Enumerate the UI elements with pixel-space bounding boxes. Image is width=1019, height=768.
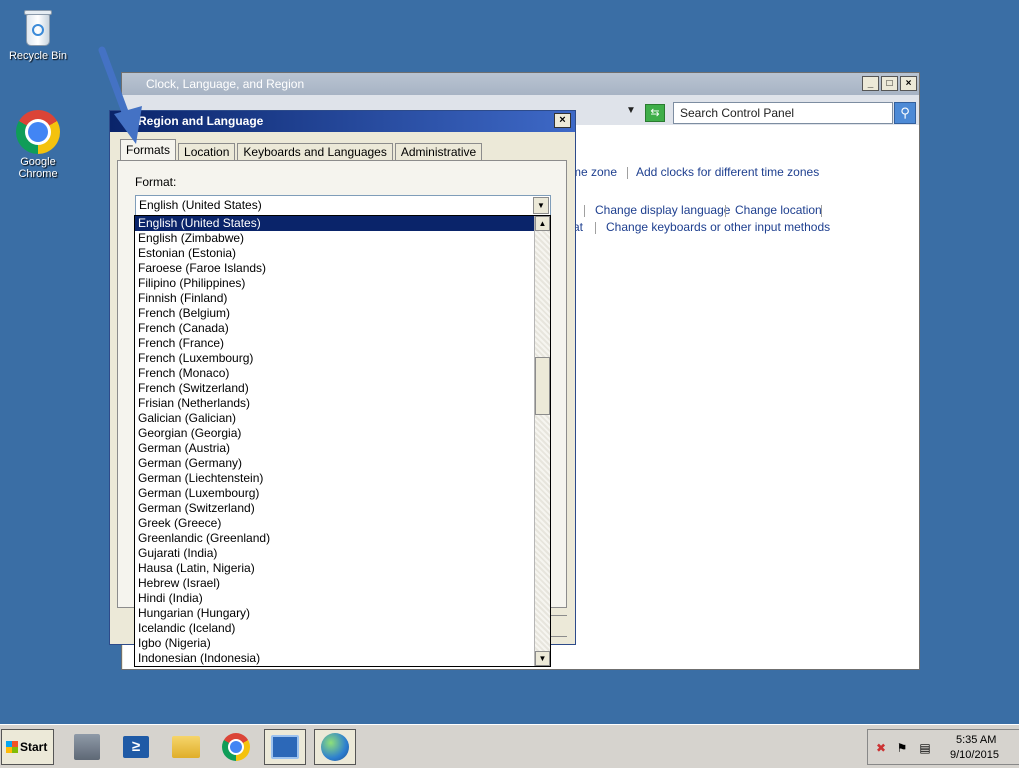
dialog-button-edge[interactable] <box>549 615 567 637</box>
clock-date[interactable]: 9/10/2015 <box>950 749 999 761</box>
dialog-title: Region and Language <box>138 114 264 128</box>
address-dropdown-arrow-icon[interactable]: ▼ <box>626 105 636 116</box>
format-option[interactable]: French (Luxembourg) <box>135 351 534 366</box>
control-panel-title: Clock, Language, and Region <box>146 77 305 91</box>
taskbar: Start ≥ ✖ ⚑ ▤ 5:35 AM 9/10/2015 <box>0 724 1019 768</box>
dialog-close-button[interactable]: × <box>554 113 571 128</box>
link-separator <box>584 205 585 217</box>
format-option[interactable]: French (Canada) <box>135 321 534 336</box>
scroll-down-icon[interactable]: ▼ <box>535 651 550 666</box>
format-option[interactable]: English (Zimbabwe) <box>135 231 534 246</box>
format-option[interactable]: French (Switzerland) <box>135 381 534 396</box>
taskbar-control-panel[interactable] <box>264 729 306 765</box>
recycle-bin-icon <box>22 6 54 48</box>
format-label: Format: <box>135 175 177 189</box>
format-option[interactable]: German (Luxembourg) <box>135 486 534 501</box>
start-button[interactable]: Start <box>1 729 54 765</box>
dialog-titlebar[interactable]: Region and Language × <box>110 111 575 132</box>
format-option[interactable]: Greenlandic (Greenland) <box>135 531 534 546</box>
time-zone-link[interactable]: me zone <box>571 165 617 179</box>
format-option[interactable]: Indonesian (Indonesia) <box>135 651 534 666</box>
change-keyboards-link[interactable]: Change keyboards or other input methods <box>606 220 830 234</box>
refresh-button[interactable]: ⇆ <box>645 104 665 122</box>
format-option[interactable]: Georgian (Georgia) <box>135 426 534 441</box>
clock-time[interactable]: 5:35 AM <box>956 734 996 746</box>
format-option[interactable]: French (France) <box>135 336 534 351</box>
windows-flag-icon <box>6 741 18 753</box>
close-button[interactable]: × <box>900 76 917 91</box>
format-option[interactable]: Hausa (Latin, Nigeria) <box>135 561 534 576</box>
system-tray: ✖ ⚑ ▤ 5:35 AM 9/10/2015 <box>867 729 1019 765</box>
format-option[interactable]: Igbo (Nigeria) <box>135 636 534 651</box>
pointer-arrow-icon <box>98 46 142 144</box>
format-option[interactable]: Galician (Galician) <box>135 411 534 426</box>
powershell-icon: ≥ <box>123 736 149 758</box>
flag-icon[interactable]: ⚑ <box>895 741 909 755</box>
link-separator <box>821 205 822 217</box>
format-option[interactable]: French (Belgium) <box>135 306 534 321</box>
format-option[interactable]: Gujarati (India) <box>135 546 534 561</box>
format-option[interactable]: Finnish (Finland) <box>135 291 534 306</box>
format-option[interactable]: Hungarian (Hungary) <box>135 606 534 621</box>
format-option[interactable]: Estonian (Estonia) <box>135 246 534 261</box>
format-option[interactable]: German (Austria) <box>135 441 534 456</box>
network-warning-icon[interactable]: ✖ <box>874 741 888 755</box>
tab-location[interactable]: Location <box>178 143 236 161</box>
format-option[interactable]: German (Liechtenstein) <box>135 471 534 486</box>
taskbar-server-manager[interactable] <box>66 729 108 765</box>
format-option[interactable]: French (Monaco) <box>135 366 534 381</box>
start-label: Start <box>20 740 48 754</box>
recycle-bin-shortcut[interactable]: Recycle Bin <box>0 6 76 62</box>
chrome-icon <box>16 110 60 154</box>
format-option[interactable]: Frisian (Netherlands) <box>135 396 534 411</box>
format-combobox[interactable]: English (United States) ▼ <box>135 195 551 216</box>
globe-icon <box>321 733 349 761</box>
chevron-down-icon[interactable]: ▼ <box>533 197 549 214</box>
search-input[interactable]: Search Control Panel <box>673 102 893 124</box>
tab-administrative[interactable]: Administrative <box>394 143 483 161</box>
scroll-up-icon[interactable]: ▲ <box>535 216 550 231</box>
change-display-language-link[interactable]: Change display language <box>595 203 730 217</box>
volume-icon[interactable]: ▤ <box>918 741 932 755</box>
format-option[interactable]: German (Switzerland) <box>135 501 534 516</box>
format-option[interactable]: Greek (Greece) <box>135 516 534 531</box>
dropdown-scrollbar[interactable]: ▲ ▼ <box>534 216 550 666</box>
format-option[interactable]: Faroese (Faroe Islands) <box>135 261 534 276</box>
format-options: English (United States) English (Zimbabwe… <box>135 216 534 666</box>
add-clocks-link[interactable]: Add clocks for different time zones <box>636 165 819 179</box>
format-option[interactable]: English (United States) <box>135 216 534 231</box>
scrollbar-thumb[interactable] <box>535 357 550 415</box>
server-manager-icon <box>74 734 100 760</box>
control-panel-icon <box>271 735 299 759</box>
taskbar-explorer[interactable] <box>165 729 207 765</box>
format-option[interactable]: Icelandic (Iceland) <box>135 621 534 636</box>
folder-icon <box>172 736 200 758</box>
link-separator <box>725 205 726 217</box>
dialog-tabs: Formats Location Keyboards and Languages… <box>120 139 484 161</box>
maximize-button[interactable]: □ <box>881 76 898 91</box>
minimize-button[interactable]: _ <box>862 76 879 91</box>
chrome-icon <box>222 733 250 761</box>
taskbar-chrome[interactable] <box>215 729 257 765</box>
google-chrome-shortcut[interactable]: Google Chrome <box>0 110 76 180</box>
search-icon[interactable]: ⚲ <box>894 102 916 124</box>
format-option[interactable]: Filipino (Philippines) <box>135 276 534 291</box>
link-separator <box>595 222 596 234</box>
tab-keyboards-and-languages[interactable]: Keyboards and Languages <box>237 143 393 161</box>
link-separator <box>627 167 628 179</box>
format-option[interactable]: German (Germany) <box>135 456 534 471</box>
recycle-bin-label: Recycle Bin <box>8 50 68 62</box>
format-combobox-value: English (United States) <box>139 198 262 212</box>
format-option[interactable]: Hebrew (Israel) <box>135 576 534 591</box>
control-panel-titlebar[interactable]: Clock, Language, and Region _ □ × <box>122 73 919 95</box>
change-location-link[interactable]: Change location <box>735 203 822 217</box>
format-option[interactable]: Hindi (India) <box>135 591 534 606</box>
format-dropdown-list[interactable]: English (United States) English (Zimbabwe… <box>134 215 551 667</box>
taskbar-region-language[interactable] <box>314 729 356 765</box>
taskbar-powershell[interactable]: ≥ <box>115 729 157 765</box>
google-chrome-label: Google Chrome <box>18 156 58 180</box>
